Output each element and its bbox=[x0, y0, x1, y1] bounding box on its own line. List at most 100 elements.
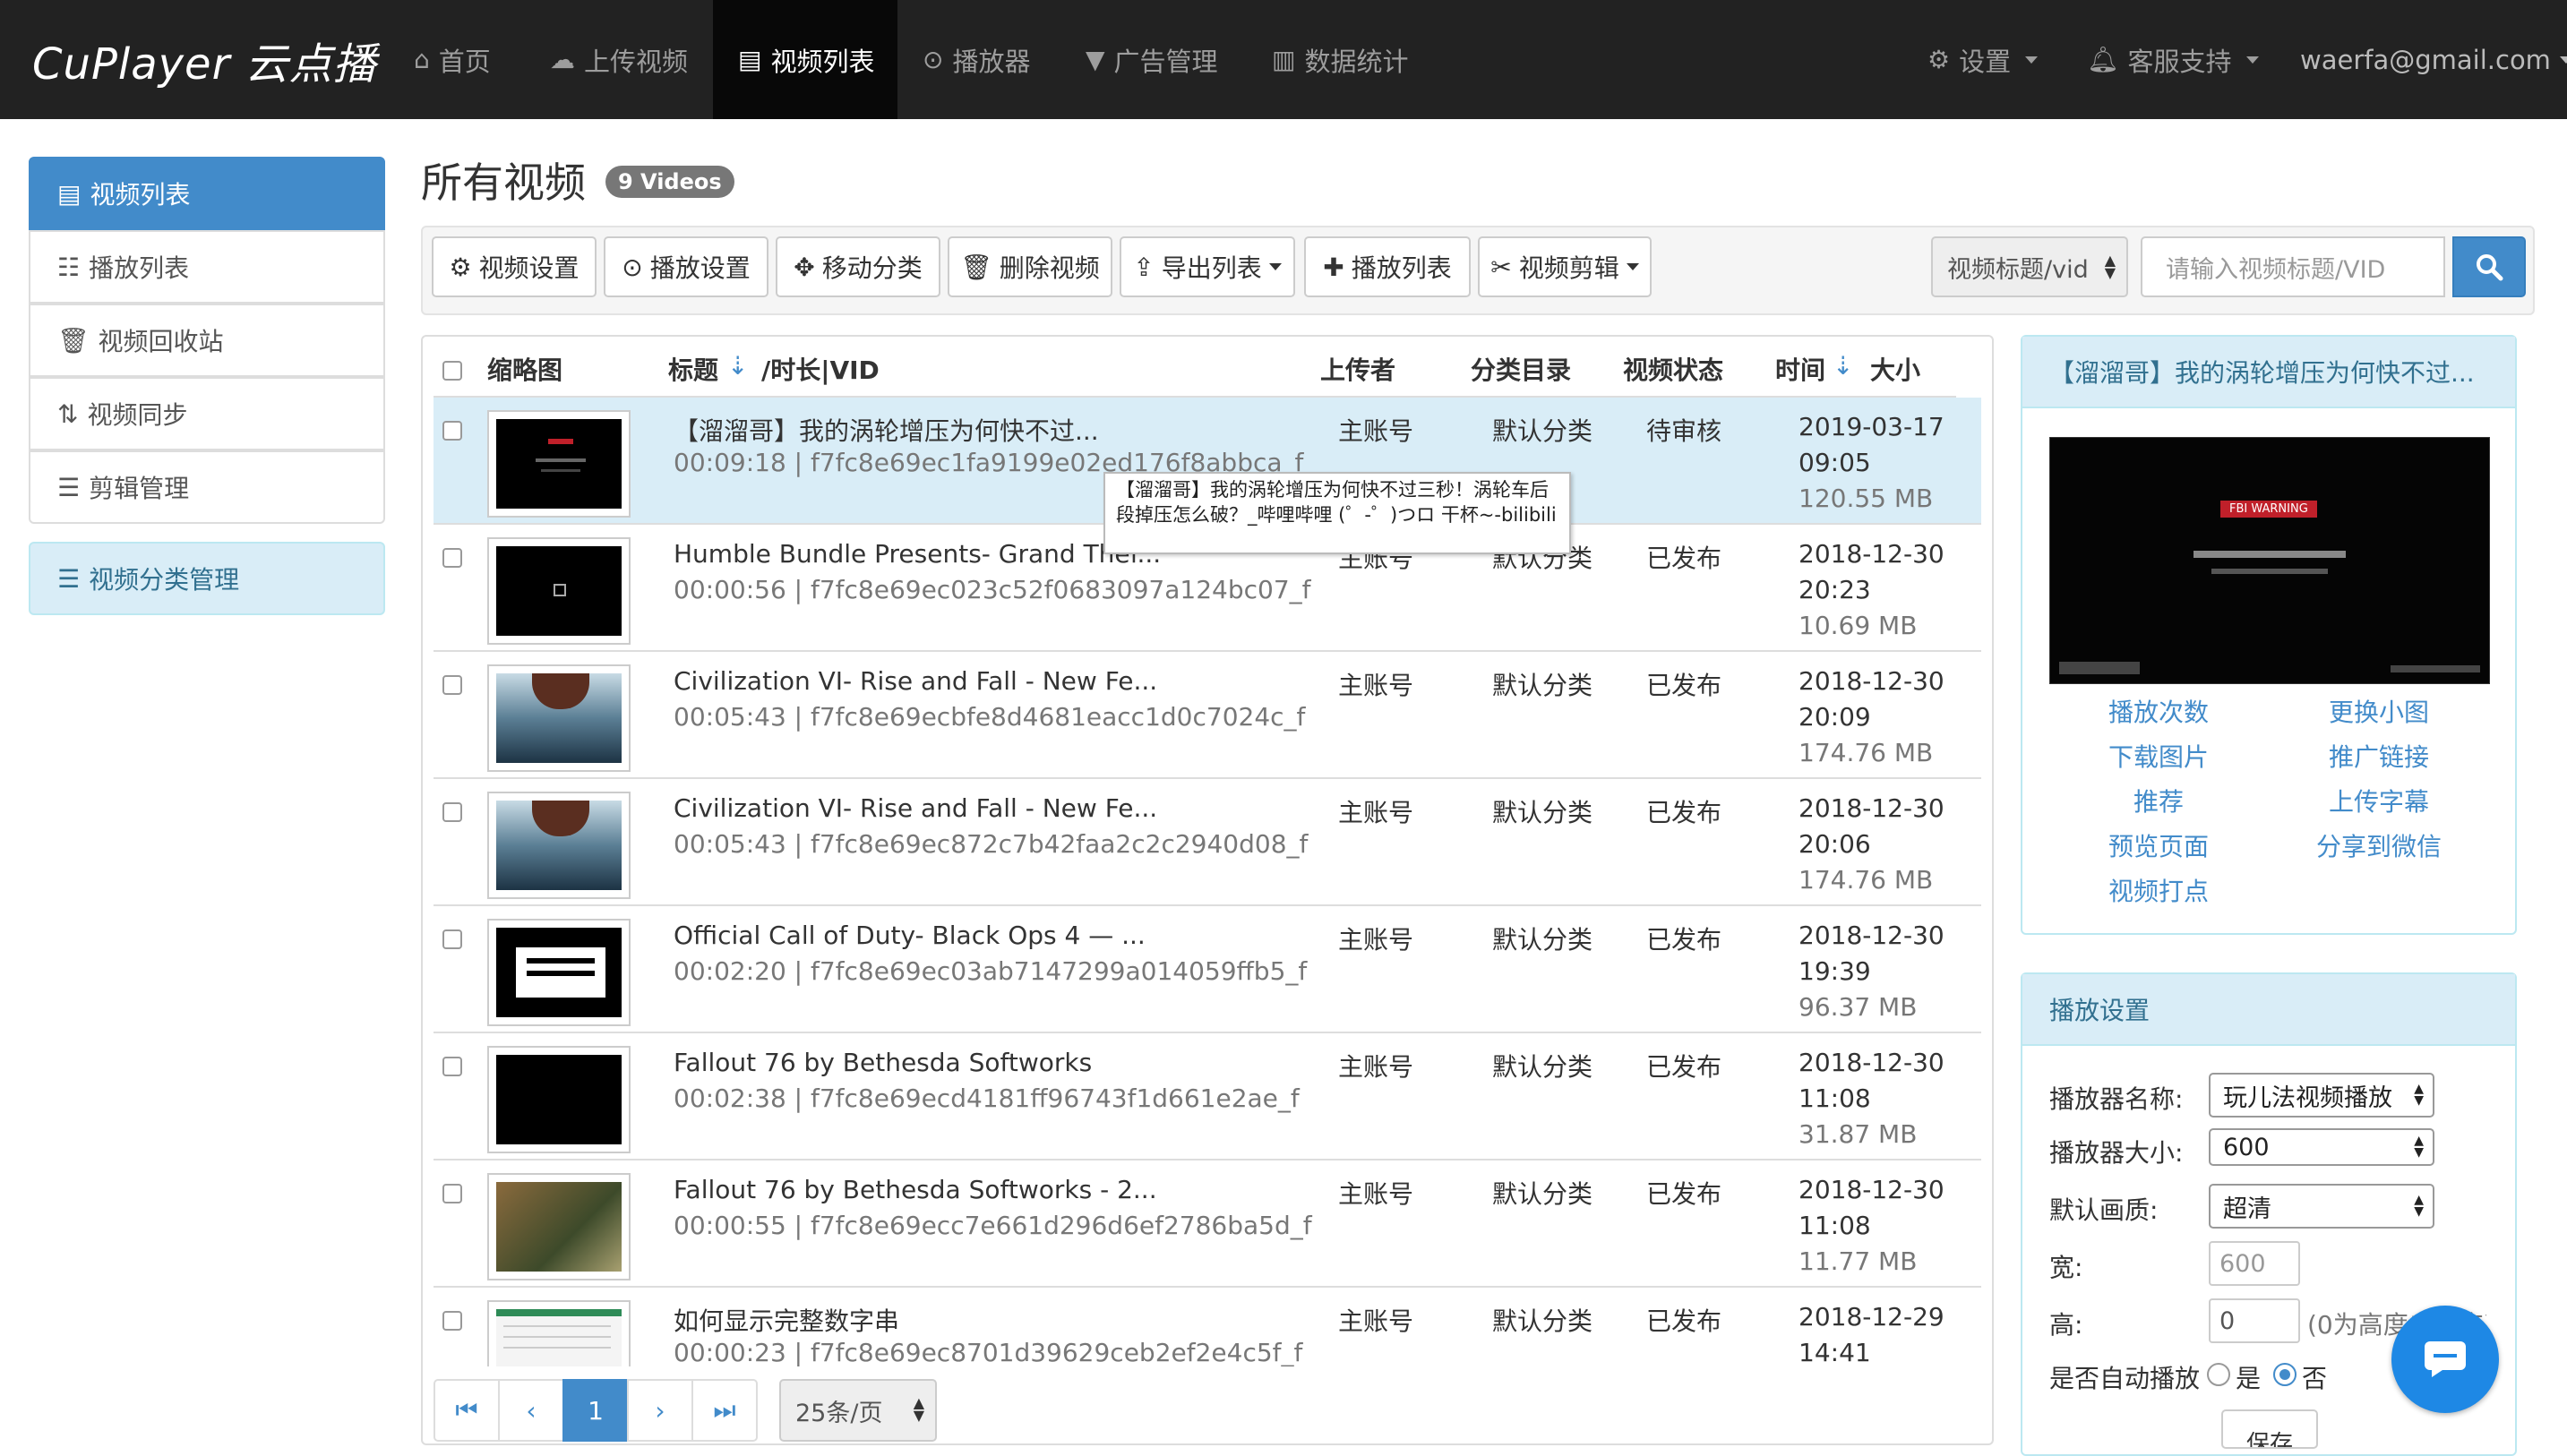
video-thumbnail[interactable] bbox=[487, 410, 631, 518]
link-video-markers[interactable]: 视频打点 bbox=[2108, 872, 2209, 908]
video-duration-vid: 00:00:56 | f7fc8e69ec023c52f0683097a124b… bbox=[674, 575, 1311, 604]
height-input[interactable]: 0 bbox=[2209, 1298, 2300, 1343]
playlist-button[interactable]: ✚ 播放列表 bbox=[1304, 236, 1471, 297]
row-checkbox[interactable] bbox=[442, 1057, 462, 1076]
player-size-select[interactable]: 600 ▲ ▼ bbox=[2209, 1128, 2434, 1166]
nav-home[interactable]: ⌂ 首页 bbox=[414, 0, 491, 119]
uploader-cell: 主账号 bbox=[1338, 798, 1414, 827]
row-checkbox[interactable] bbox=[442, 675, 462, 695]
default-quality-select[interactable]: 超清 ▲ ▼ bbox=[2209, 1184, 2434, 1229]
video-title-link[interactable]: Fallout 76 by Bethesda Softworks bbox=[674, 1048, 1092, 1077]
search-button[interactable] bbox=[2452, 236, 2526, 297]
table-row[interactable]: Official Call of Duty- Black Ops 4 — ...… bbox=[434, 906, 1981, 1033]
thumbnail-image bbox=[496, 1182, 622, 1272]
video-thumbnail[interactable] bbox=[487, 664, 631, 772]
chat-support-button[interactable] bbox=[2391, 1306, 2499, 1413]
sidebar-item-category-manage[interactable]: ☰ 视频分类管理 bbox=[29, 542, 385, 615]
search-field-select[interactable]: 视频标题/vid ▲ ▼ bbox=[1931, 236, 2128, 297]
nav-user-dropdown[interactable]: waerfa@gmail.com bbox=[2300, 0, 2567, 119]
export-list-button[interactable]: ⇪ 导出列表 bbox=[1120, 236, 1295, 297]
video-title-link[interactable]: Humble Bundle Presents- Grand Thef... bbox=[674, 539, 1161, 569]
row-checkbox[interactable] bbox=[442, 1311, 462, 1331]
sidebar-item-sync[interactable]: ⇅ 视频同步 bbox=[29, 377, 385, 450]
category-cell: 默认分类 bbox=[1492, 1052, 1593, 1082]
nav-settings-dropdown[interactable]: ⚙ 设置 bbox=[1927, 0, 2039, 119]
table-row[interactable]: 如何显示完整数字串 00:00:23 | f7fc8e69ec8701d39629… bbox=[434, 1288, 1981, 1366]
save-button[interactable]: 保存 bbox=[2221, 1409, 2318, 1449]
page-1-button[interactable]: 1 bbox=[562, 1379, 629, 1442]
link-promo-link[interactable]: 推广链接 bbox=[2329, 738, 2429, 774]
video-title-link[interactable]: 【溜溜哥】我的涡轮增压为何快不过... bbox=[674, 412, 1099, 448]
video-title-link[interactable]: Fallout 76 by Bethesda Softworks - 2... bbox=[674, 1175, 1157, 1204]
prev-page-button[interactable]: ‹ bbox=[498, 1379, 564, 1442]
thumbnail-image bbox=[496, 673, 622, 763]
play-settings-button[interactable]: ⊙ 播放设置 bbox=[604, 236, 768, 297]
video-title-link[interactable]: Official Call of Duty- Black Ops 4 — ... bbox=[674, 921, 1146, 950]
player-name-select[interactable]: 玩儿法视频播放 ▲ ▼ bbox=[2209, 1073, 2434, 1118]
video-clip-button[interactable]: ✂ 视频剪辑 bbox=[1478, 236, 1652, 297]
table-row[interactable]: Civilization VI- Rise and Fall - New Fe.… bbox=[434, 652, 1981, 779]
link-play-count[interactable]: 播放次数 bbox=[2108, 693, 2209, 729]
nav-stats[interactable]: ▥ 数据统计 bbox=[1272, 0, 1408, 119]
width-input[interactable]: 600 bbox=[2209, 1241, 2300, 1286]
link-share-wechat[interactable]: 分享到微信 bbox=[2316, 827, 2442, 863]
nav-upload[interactable]: ☁ 上传视频 bbox=[550, 0, 688, 119]
video-thumbnail[interactable] bbox=[487, 1173, 631, 1280]
link-recommend[interactable]: 推荐 bbox=[2133, 783, 2184, 818]
row-checkbox[interactable] bbox=[442, 1184, 462, 1203]
video-duration-vid: 00:00:23 | f7fc8e69ec8701d39629ceb2ef2e4… bbox=[674, 1338, 1303, 1366]
table-row[interactable]: Fallout 76 by Bethesda Softworks - 2... 0… bbox=[434, 1161, 1981, 1288]
sidebar-item-edit-manage[interactable]: ☰ 剪辑管理 bbox=[29, 450, 385, 524]
caret-down-icon bbox=[2025, 56, 2039, 64]
preview-thumbnail[interactable]: FBI WARNING bbox=[2049, 437, 2490, 684]
delete-video-button[interactable]: 🗑︎ 删除视频 bbox=[948, 236, 1112, 297]
last-page-button[interactable]: ⏭︎ bbox=[691, 1379, 758, 1442]
first-page-button[interactable]: ⏮︎ bbox=[434, 1379, 500, 1442]
brand-logo[interactable]: CuPlayer 云点播 bbox=[32, 29, 377, 91]
sort-desc-icon[interactable]: ⇣ bbox=[1833, 351, 1853, 381]
row-checkbox[interactable] bbox=[442, 548, 462, 568]
select-all-checkbox[interactable] bbox=[442, 361, 462, 381]
nav-video-list[interactable]: ▤ 视频列表 bbox=[713, 0, 897, 119]
video-title-link[interactable]: Civilization VI- Rise and Fall - New Fe.… bbox=[674, 666, 1157, 696]
sidebar-item-playlist[interactable]: ☷ 播放列表 bbox=[29, 230, 385, 304]
video-title-link[interactable]: Civilization VI- Rise and Fall - New Fe.… bbox=[674, 793, 1157, 823]
link-preview-page[interactable]: 预览页面 bbox=[2108, 827, 2209, 863]
link-change-thumb[interactable]: 更换小图 bbox=[2329, 693, 2429, 729]
row-checkbox[interactable] bbox=[442, 802, 462, 822]
row-checkbox[interactable] bbox=[442, 421, 462, 441]
date-cell: 2018-12-30 bbox=[1799, 793, 1945, 823]
video-thumbnail[interactable] bbox=[487, 1300, 631, 1366]
link-upload-subtitle[interactable]: 上传字幕 bbox=[2329, 783, 2429, 818]
move-category-button[interactable]: ✥ 移动分类 bbox=[776, 236, 940, 297]
video-thumbnail[interactable] bbox=[487, 792, 631, 899]
th-title[interactable]: 标题 bbox=[668, 351, 718, 387]
next-page-button[interactable]: › bbox=[627, 1379, 693, 1442]
sidebar-item-label: 视频回收站 bbox=[98, 327, 224, 356]
caret-down-icon bbox=[2559, 56, 2567, 64]
nav-support-dropdown[interactable]: 🔔︎ 客服支持 bbox=[2087, 0, 2259, 119]
video-settings-button[interactable]: ⚙ 视频设置 bbox=[432, 236, 597, 297]
sidebar-item-video-list[interactable]: ▤ 视频列表 bbox=[29, 157, 385, 230]
video-title-link[interactable]: 如何显示完整数字串 bbox=[674, 1302, 899, 1338]
autoplay-yes-radio[interactable] bbox=[2207, 1363, 2230, 1386]
sidebar-item-recycle-bin[interactable]: 🗑︎ 视频回收站 bbox=[29, 304, 385, 377]
row-checkbox[interactable] bbox=[442, 929, 462, 949]
table-row[interactable]: Civilization VI- Rise and Fall - New Fe.… bbox=[434, 779, 1981, 906]
video-thumbnail[interactable] bbox=[487, 537, 631, 645]
play-circle-icon: ⊙ bbox=[923, 45, 944, 74]
nav-ads[interactable]: ▼ 广告管理 bbox=[1086, 0, 1218, 119]
video-thumbnail[interactable] bbox=[487, 919, 631, 1026]
per-page-select[interactable]: 25条/页 ▲ ▼ bbox=[779, 1379, 937, 1442]
select-value: 超清 bbox=[2223, 1195, 2271, 1223]
time-cell: 19:39 bbox=[1799, 956, 1871, 986]
sort-icon[interactable]: ⇣ bbox=[727, 351, 748, 381]
table-row[interactable]: Fallout 76 by Bethesda Softworks 00:02:38… bbox=[434, 1033, 1981, 1161]
edit-icon: ☰ bbox=[57, 472, 81, 502]
nav-player[interactable]: ⊙ 播放器 bbox=[923, 0, 1030, 119]
th-time[interactable]: 时间 bbox=[1775, 351, 1825, 387]
autoplay-no-radio[interactable] bbox=[2273, 1363, 2297, 1386]
video-thumbnail[interactable] bbox=[487, 1046, 631, 1153]
link-download-image[interactable]: 下载图片 bbox=[2108, 738, 2209, 774]
search-input[interactable]: 请输入视频标题/VID bbox=[2141, 236, 2445, 297]
